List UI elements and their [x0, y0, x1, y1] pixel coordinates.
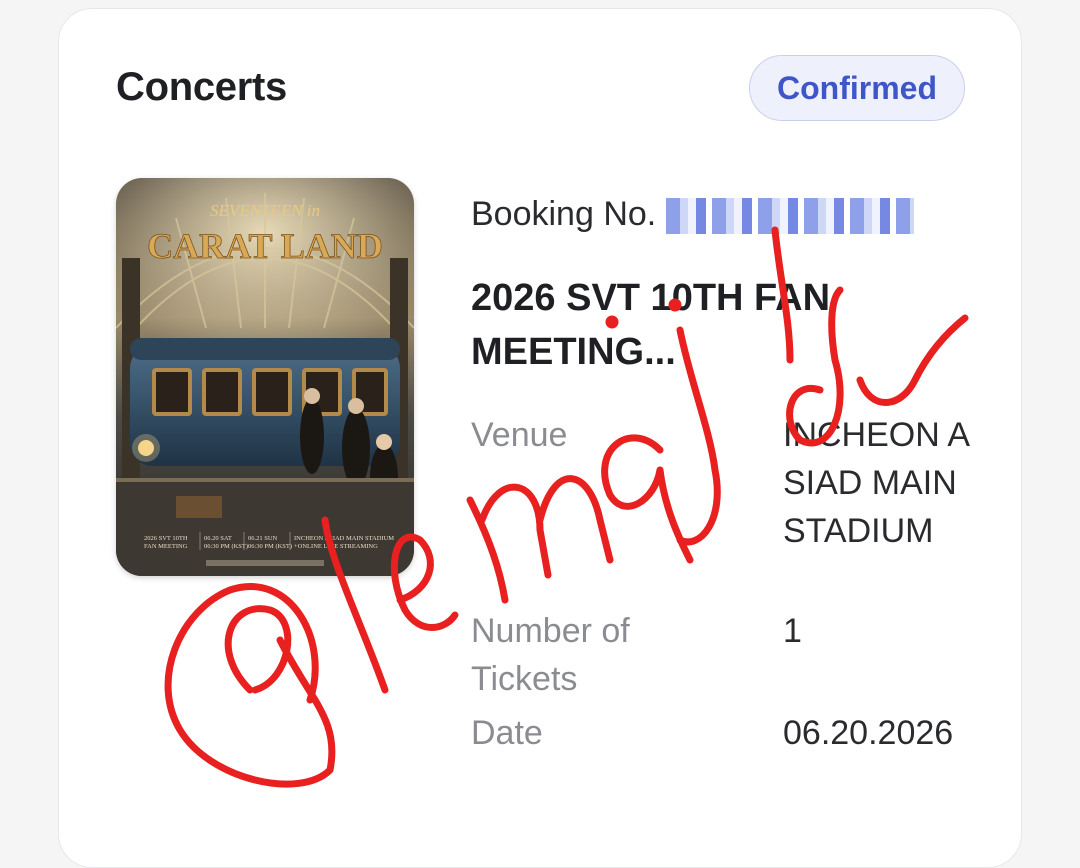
- venue-label: Venue: [471, 416, 568, 454]
- concert-card[interactable]: Concerts Confirmed SEVENTEEN in CARAT LA…: [58, 8, 1022, 868]
- event-poster: SEVENTEEN in CARAT LAND 2026 SVT 10TH FA…: [116, 178, 414, 576]
- booking-number-redacted: [666, 198, 915, 235]
- status-badge: Confirmed: [749, 55, 965, 121]
- poster-title-line2: CARAT LAND: [147, 226, 383, 266]
- poster-footer-event: 2026 SVT 10TH FAN MEETING: [144, 535, 188, 550]
- date-value: 06.20.2026: [783, 714, 954, 752]
- event-title: 2026 SVT 10TH FAN MEETING...: [471, 277, 831, 373]
- venue-value: INCHEON ASIAD MAIN STADIUM: [783, 416, 971, 550]
- booking-label: Booking No.: [471, 195, 657, 233]
- tickets-label: Number of Tickets: [471, 612, 630, 698]
- date-label: Date: [471, 714, 543, 752]
- booking-number: Booking No.: [471, 195, 915, 235]
- section-title: Concerts: [116, 65, 287, 109]
- poster-title-line1: SEVENTEEN in: [210, 201, 320, 220]
- tickets-value: 1: [783, 612, 802, 650]
